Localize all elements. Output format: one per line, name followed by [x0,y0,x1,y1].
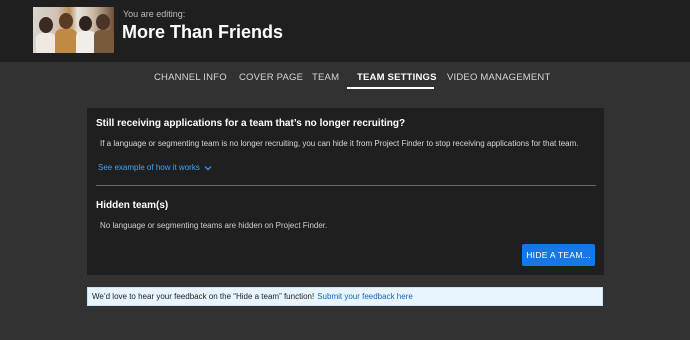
hidden-teams-heading: Hidden team(s) [96,200,169,211]
settings-tabs: CHANNEL INFO COVER PAGE TEAM TEAM SETTIN… [0,62,690,92]
tab-team[interactable]: TEAM [312,72,339,83]
tab-team-settings[interactable]: TEAM SETTINGS [357,72,437,83]
team-settings-panel: Still receiving applications for a team … [87,108,604,275]
tab-cover-page[interactable]: COVER PAGE [239,72,303,83]
feedback-banner: We’d love to hear your feedback on the “… [87,287,603,306]
tab-video-management[interactable]: VIDEO MANAGEMENT [447,72,551,83]
channel-header: You are editing: More Than Friends [0,0,690,62]
panel-question-description: If a language or segmenting team is no l… [100,139,579,148]
see-example-label: See example of how it works [98,163,200,172]
hide-a-team-button[interactable]: HIDE A TEAM... [522,244,595,266]
chevron-down-icon [204,165,212,171]
panel-question-title: Still receiving applications for a team … [96,118,406,129]
active-tab-indicator [347,87,434,89]
feedback-text: We’d love to hear your feedback on the “… [92,292,315,301]
tab-channel-info[interactable]: CHANNEL INFO [154,72,227,83]
hidden-teams-empty-text: No language or segmenting teams are hidd… [100,221,328,230]
see-example-link[interactable]: See example of how it works [98,163,212,172]
editing-label: You are editing: [123,9,186,19]
divider [96,185,596,186]
channel-title: More Than Friends [122,22,284,42]
channel-thumbnail [33,7,114,53]
submit-feedback-link[interactable]: Submit your feedback here [317,292,413,301]
